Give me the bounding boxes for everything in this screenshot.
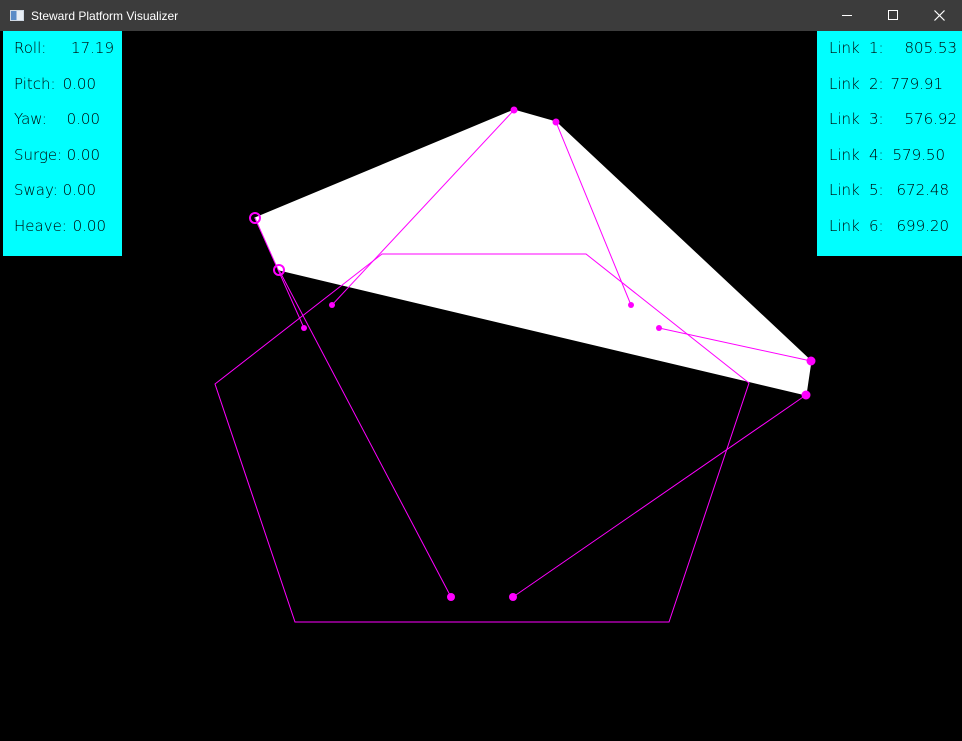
link-value: 779.91 (890, 75, 944, 93)
link-label: Link (829, 181, 860, 199)
param-label: Yaw: (14, 110, 47, 128)
link-lengths-panel: Link 1: 805.53 Link 2: 779.91 Link 3: 57… (817, 31, 962, 256)
joint-marker (806, 356, 816, 366)
param-label: Roll: (14, 39, 47, 57)
link-number: 3: (869, 110, 884, 128)
link-row-5: Link 5: 672.48 (829, 180, 957, 200)
joint-marker (552, 118, 560, 126)
param-label: Pitch: (14, 75, 56, 93)
param-value: 0.00 (62, 181, 96, 199)
top-platform (254, 109, 812, 396)
link-number: 6: (869, 217, 884, 235)
link-label: Link (829, 39, 860, 57)
param-row-roll: Roll: 17.19 (14, 38, 114, 58)
link-value: 576.92 (904, 110, 958, 128)
link-line (512, 394, 807, 598)
param-row-sway: Sway: 0.00 (14, 180, 114, 200)
joint-marker (656, 325, 662, 331)
minimize-icon (841, 15, 852, 16)
joint-marker (447, 593, 455, 601)
link-label: Link (829, 75, 860, 93)
param-row-yaw: Yaw: 0.00 (14, 109, 114, 129)
link-number: 2: (869, 75, 884, 93)
link-row-1: Link 1: 805.53 (829, 38, 957, 58)
link-value: 805.53 (904, 39, 958, 57)
param-value: 17.19 (71, 39, 114, 57)
link-line (278, 269, 452, 598)
param-value: 0.00 (66, 110, 100, 128)
close-button[interactable] (916, 0, 962, 31)
window-title: Steward Platform Visualizer (31, 8, 179, 23)
render-viewport[interactable]: Roll: 17.19 Pitch: 0.00 Yaw: 0.00 Surge:… (0, 31, 962, 741)
param-value: 0.00 (72, 217, 106, 235)
link-value: 672.48 (896, 181, 950, 199)
joint-marker (301, 325, 307, 331)
param-value: 0.00 (66, 146, 100, 164)
link-row-2: Link 2: 779.91 (829, 74, 957, 94)
close-icon (933, 10, 945, 21)
maximize-icon (887, 10, 898, 20)
link-value: 699.20 (896, 217, 950, 235)
app-icon (10, 10, 24, 21)
title-bar[interactable]: Steward Platform Visualizer (0, 0, 962, 31)
pose-parameters-panel: Roll: 17.19 Pitch: 0.00 Yaw: 0.00 Surge:… (3, 31, 122, 256)
param-row-heave: Heave: 0.00 (14, 216, 114, 236)
link-label: Link (829, 217, 860, 235)
minimize-button[interactable] (824, 0, 870, 31)
param-row-surge: Surge: 0.00 (14, 145, 114, 165)
link-row-3: Link 3: 576.92 (829, 109, 957, 129)
param-row-pitch: Pitch: 0.00 (14, 74, 114, 94)
joint-marker (510, 106, 518, 114)
link-label: Link (829, 146, 860, 164)
link-value: 579.50 (892, 146, 946, 164)
param-label: Surge: (14, 146, 63, 164)
link-row-6: Link 6: 699.20 (829, 216, 957, 236)
joint-marker (628, 302, 634, 308)
joint-marker (801, 390, 811, 400)
maximize-button[interactable] (870, 0, 916, 31)
link-number: 4: (869, 146, 884, 164)
param-label: Sway: (14, 181, 58, 199)
link-label: Link (829, 110, 860, 128)
joint-marker (509, 593, 517, 601)
link-number: 1: (869, 39, 884, 57)
window-controls (824, 0, 962, 31)
joint-marker (329, 302, 335, 308)
link-row-4: Link 4: 579.50 (829, 145, 957, 165)
app-window: Steward Platform Visualizer Roll: 17.19 … (0, 0, 962, 741)
link-number: 5: (869, 181, 884, 199)
param-label: Heave: (14, 217, 67, 235)
param-value: 0.00 (62, 75, 96, 93)
